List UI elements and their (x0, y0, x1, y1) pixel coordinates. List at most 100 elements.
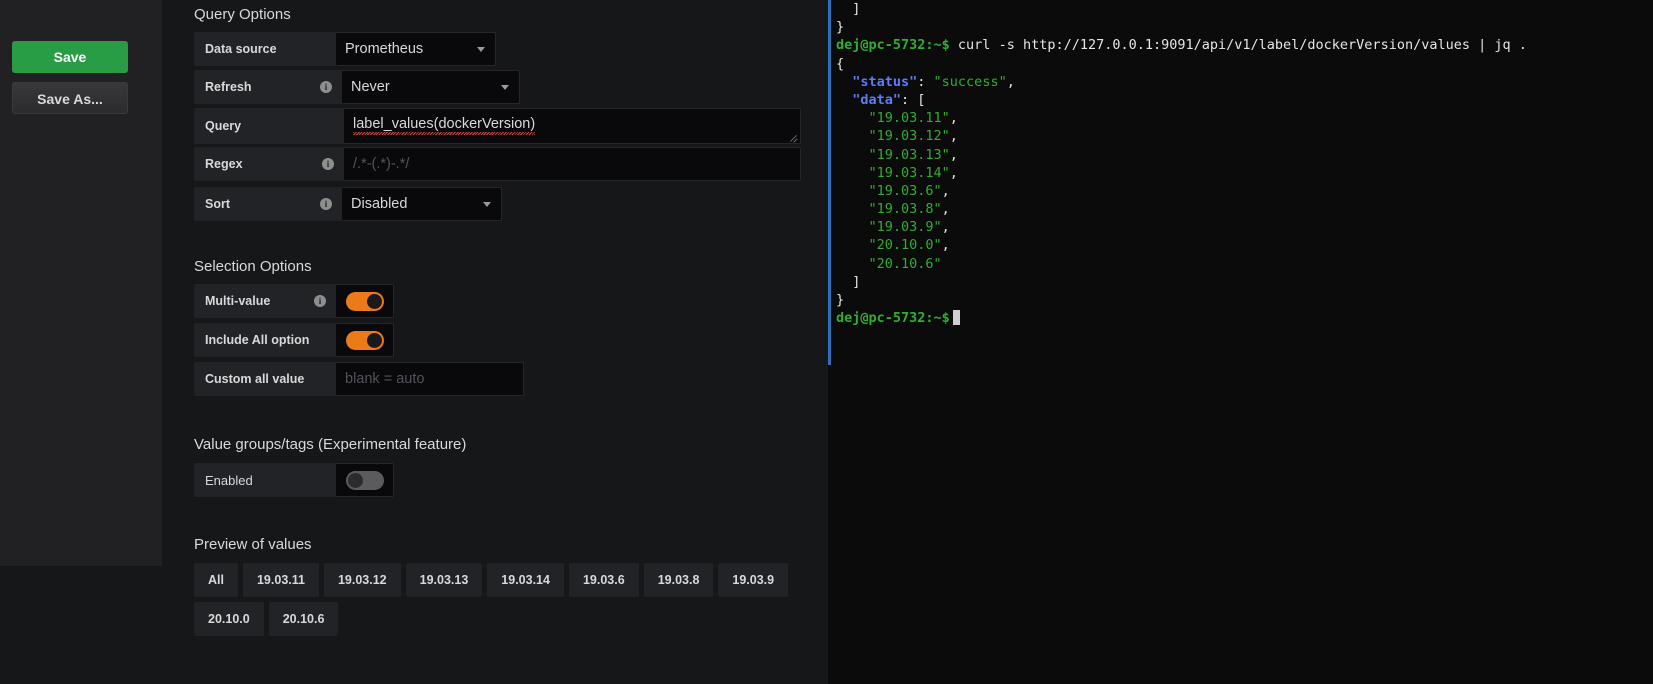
row-data-source: Data source Prometheus (194, 32, 496, 66)
preview-value-chip[interactable]: 20.10.0 (194, 602, 264, 636)
query-input[interactable]: label_values(dockerVersion) (344, 108, 801, 144)
include-all-toggle[interactable] (336, 323, 394, 357)
terminal-text: { (836, 55, 845, 72)
terminal-text: : [ (901, 91, 926, 108)
query-value: label_values(dockerVersion) (353, 116, 536, 132)
custom-all-value-placeholder: blank = auto (345, 371, 425, 387)
terminal-line: "19.03.8", (836, 200, 1527, 218)
custom-all-value-label: Custom all value (194, 362, 336, 396)
terminal-text: "success" (933, 73, 1007, 90)
value-groups-enabled-label: Enabled (194, 463, 336, 497)
terminal-text: "data" (836, 91, 902, 108)
save-button[interactable]: Save (12, 41, 128, 73)
terminal-line: "data": [ (836, 91, 1527, 109)
refresh-value: Never (351, 79, 390, 95)
data-source-select[interactable]: Prometheus (336, 32, 496, 66)
value-groups-heading: Value groups/tags (Experimental feature) (194, 436, 467, 453)
terminal-line: ] (836, 0, 1527, 18)
terminal-line: "19.03.11", (836, 109, 1527, 127)
terminal-line: "19.03.13", (836, 146, 1527, 164)
refresh-select[interactable]: Never (342, 70, 520, 104)
row-multi-value: Multi-value i (194, 284, 394, 318)
sidebar: Save Save As... (0, 0, 162, 566)
toggle-switch-off[interactable] (345, 470, 384, 490)
save-as-button[interactable]: Save As... (12, 82, 128, 114)
preview-value-chip[interactable]: 20.10.6 (268, 602, 339, 636)
data-source-label: Data source (194, 32, 336, 66)
value-groups-enabled-toggle[interactable] (336, 463, 394, 497)
toggle-switch-on[interactable] (345, 330, 384, 350)
preview-value-chip[interactable]: 19.03.12 (323, 563, 401, 597)
query-label-text: Query (205, 119, 242, 133)
terminal-line: "20.10.0", (836, 236, 1527, 254)
terminal-scrollbar[interactable] (828, 0, 831, 365)
terminal-text: "19.03.12" (836, 128, 950, 145)
terminal-line: "19.03.9", (836, 218, 1527, 236)
terminal-text: "19.03.13" (836, 146, 950, 163)
terminal-text: , (949, 164, 958, 181)
preview-value-chip[interactable]: All (194, 563, 238, 597)
terminal-text: "19.03.14" (836, 164, 950, 181)
sort-label-text: Sort (205, 197, 230, 211)
terminal-text: curl -s http://127.0.0.1:9091/api/v1/lab… (949, 37, 1527, 54)
terminal-text: , (949, 110, 958, 127)
terminal-text: , (1006, 73, 1015, 90)
preview-value-chip[interactable]: 19.03.9 (718, 563, 789, 597)
row-custom-all-value: Custom all value blank = auto (194, 362, 524, 396)
terminal-text: , (941, 237, 950, 254)
data-source-label-text: Data source (205, 42, 277, 56)
preview-value-chip[interactable]: 19.03.6 (568, 563, 639, 597)
terminal-text: } (836, 292, 845, 308)
terminal-text: , (949, 146, 958, 163)
custom-all-value-input[interactable]: blank = auto (336, 362, 524, 396)
row-include-all: Include All option (194, 323, 394, 357)
row-regex: Regex i /.*-(.*)-.*/ (194, 147, 801, 181)
data-source-value: Prometheus (345, 41, 424, 57)
terminal-text: "19.03.11" (836, 110, 950, 127)
terminal-text: ] (836, 273, 861, 290)
terminal-output: ]} dej@pc-5732:~$ curl -s http://127.0.0.… (836, 0, 1527, 327)
terminal-text: , (941, 219, 950, 236)
terminal-text: ] (836, 1, 861, 17)
terminal-text: : (917, 73, 934, 90)
terminal-line: dej@pc-5732:~$ curl -s http://127.0.0.1:… (836, 36, 1527, 54)
terminal-text: dej@pc-5732:~$ (836, 310, 950, 327)
terminal-line: } (836, 18, 1527, 36)
multi-value-label-text: Multi-value (205, 294, 271, 308)
terminal-text: "status" (836, 73, 918, 90)
terminal-text: } (836, 19, 845, 36)
sort-select[interactable]: Disabled (342, 187, 502, 221)
chevron-down-icon (477, 47, 485, 52)
preview-value-chip[interactable]: 19.03.14 (487, 563, 564, 597)
selection-options-heading: Selection Options (194, 258, 312, 275)
terminal-cursor (952, 310, 960, 326)
terminal-window[interactable]: ]} dej@pc-5732:~$ curl -s http://127.0.0.… (828, 0, 1653, 684)
terminal-text: , (941, 182, 950, 199)
terminal-text: "19.03.8" (836, 201, 942, 218)
chevron-down-icon (501, 85, 509, 90)
terminal-line: } (836, 291, 1527, 309)
info-icon[interactable]: i (320, 198, 332, 210)
preview-value-chip[interactable]: 19.03.8 (643, 563, 714, 597)
chevron-down-icon (483, 202, 491, 207)
terminal-line: "19.03.14", (836, 164, 1527, 182)
resize-handle-icon[interactable] (788, 131, 798, 143)
toggle-switch-on[interactable] (345, 291, 384, 311)
sort-value: Disabled (351, 196, 408, 212)
include-all-label: Include All option (194, 323, 336, 357)
terminal-text: dej@pc-5732:~$ (836, 37, 950, 54)
terminal-text: , (941, 201, 950, 218)
query-options-heading: Query Options (194, 6, 291, 23)
terminal-line: "19.03.6", (836, 182, 1527, 200)
value-groups-enabled-label-text: Enabled (205, 472, 253, 488)
multi-value-toggle[interactable] (336, 284, 394, 318)
sort-label: Sort i (194, 187, 342, 221)
preview-value-chip[interactable]: 19.03.11 (242, 563, 319, 597)
info-icon[interactable]: i (322, 158, 334, 170)
preview-value-chip[interactable]: 19.03.13 (405, 563, 483, 597)
regex-label: Regex i (194, 147, 344, 181)
info-icon[interactable]: i (314, 295, 326, 307)
regex-input[interactable]: /.*-(.*)-.*/ (344, 147, 801, 181)
preview-values-list: All 19.03.11 19.03.12 19.03.13 19.03.14 19.03… (194, 563, 794, 636)
info-icon[interactable]: i (320, 81, 332, 93)
